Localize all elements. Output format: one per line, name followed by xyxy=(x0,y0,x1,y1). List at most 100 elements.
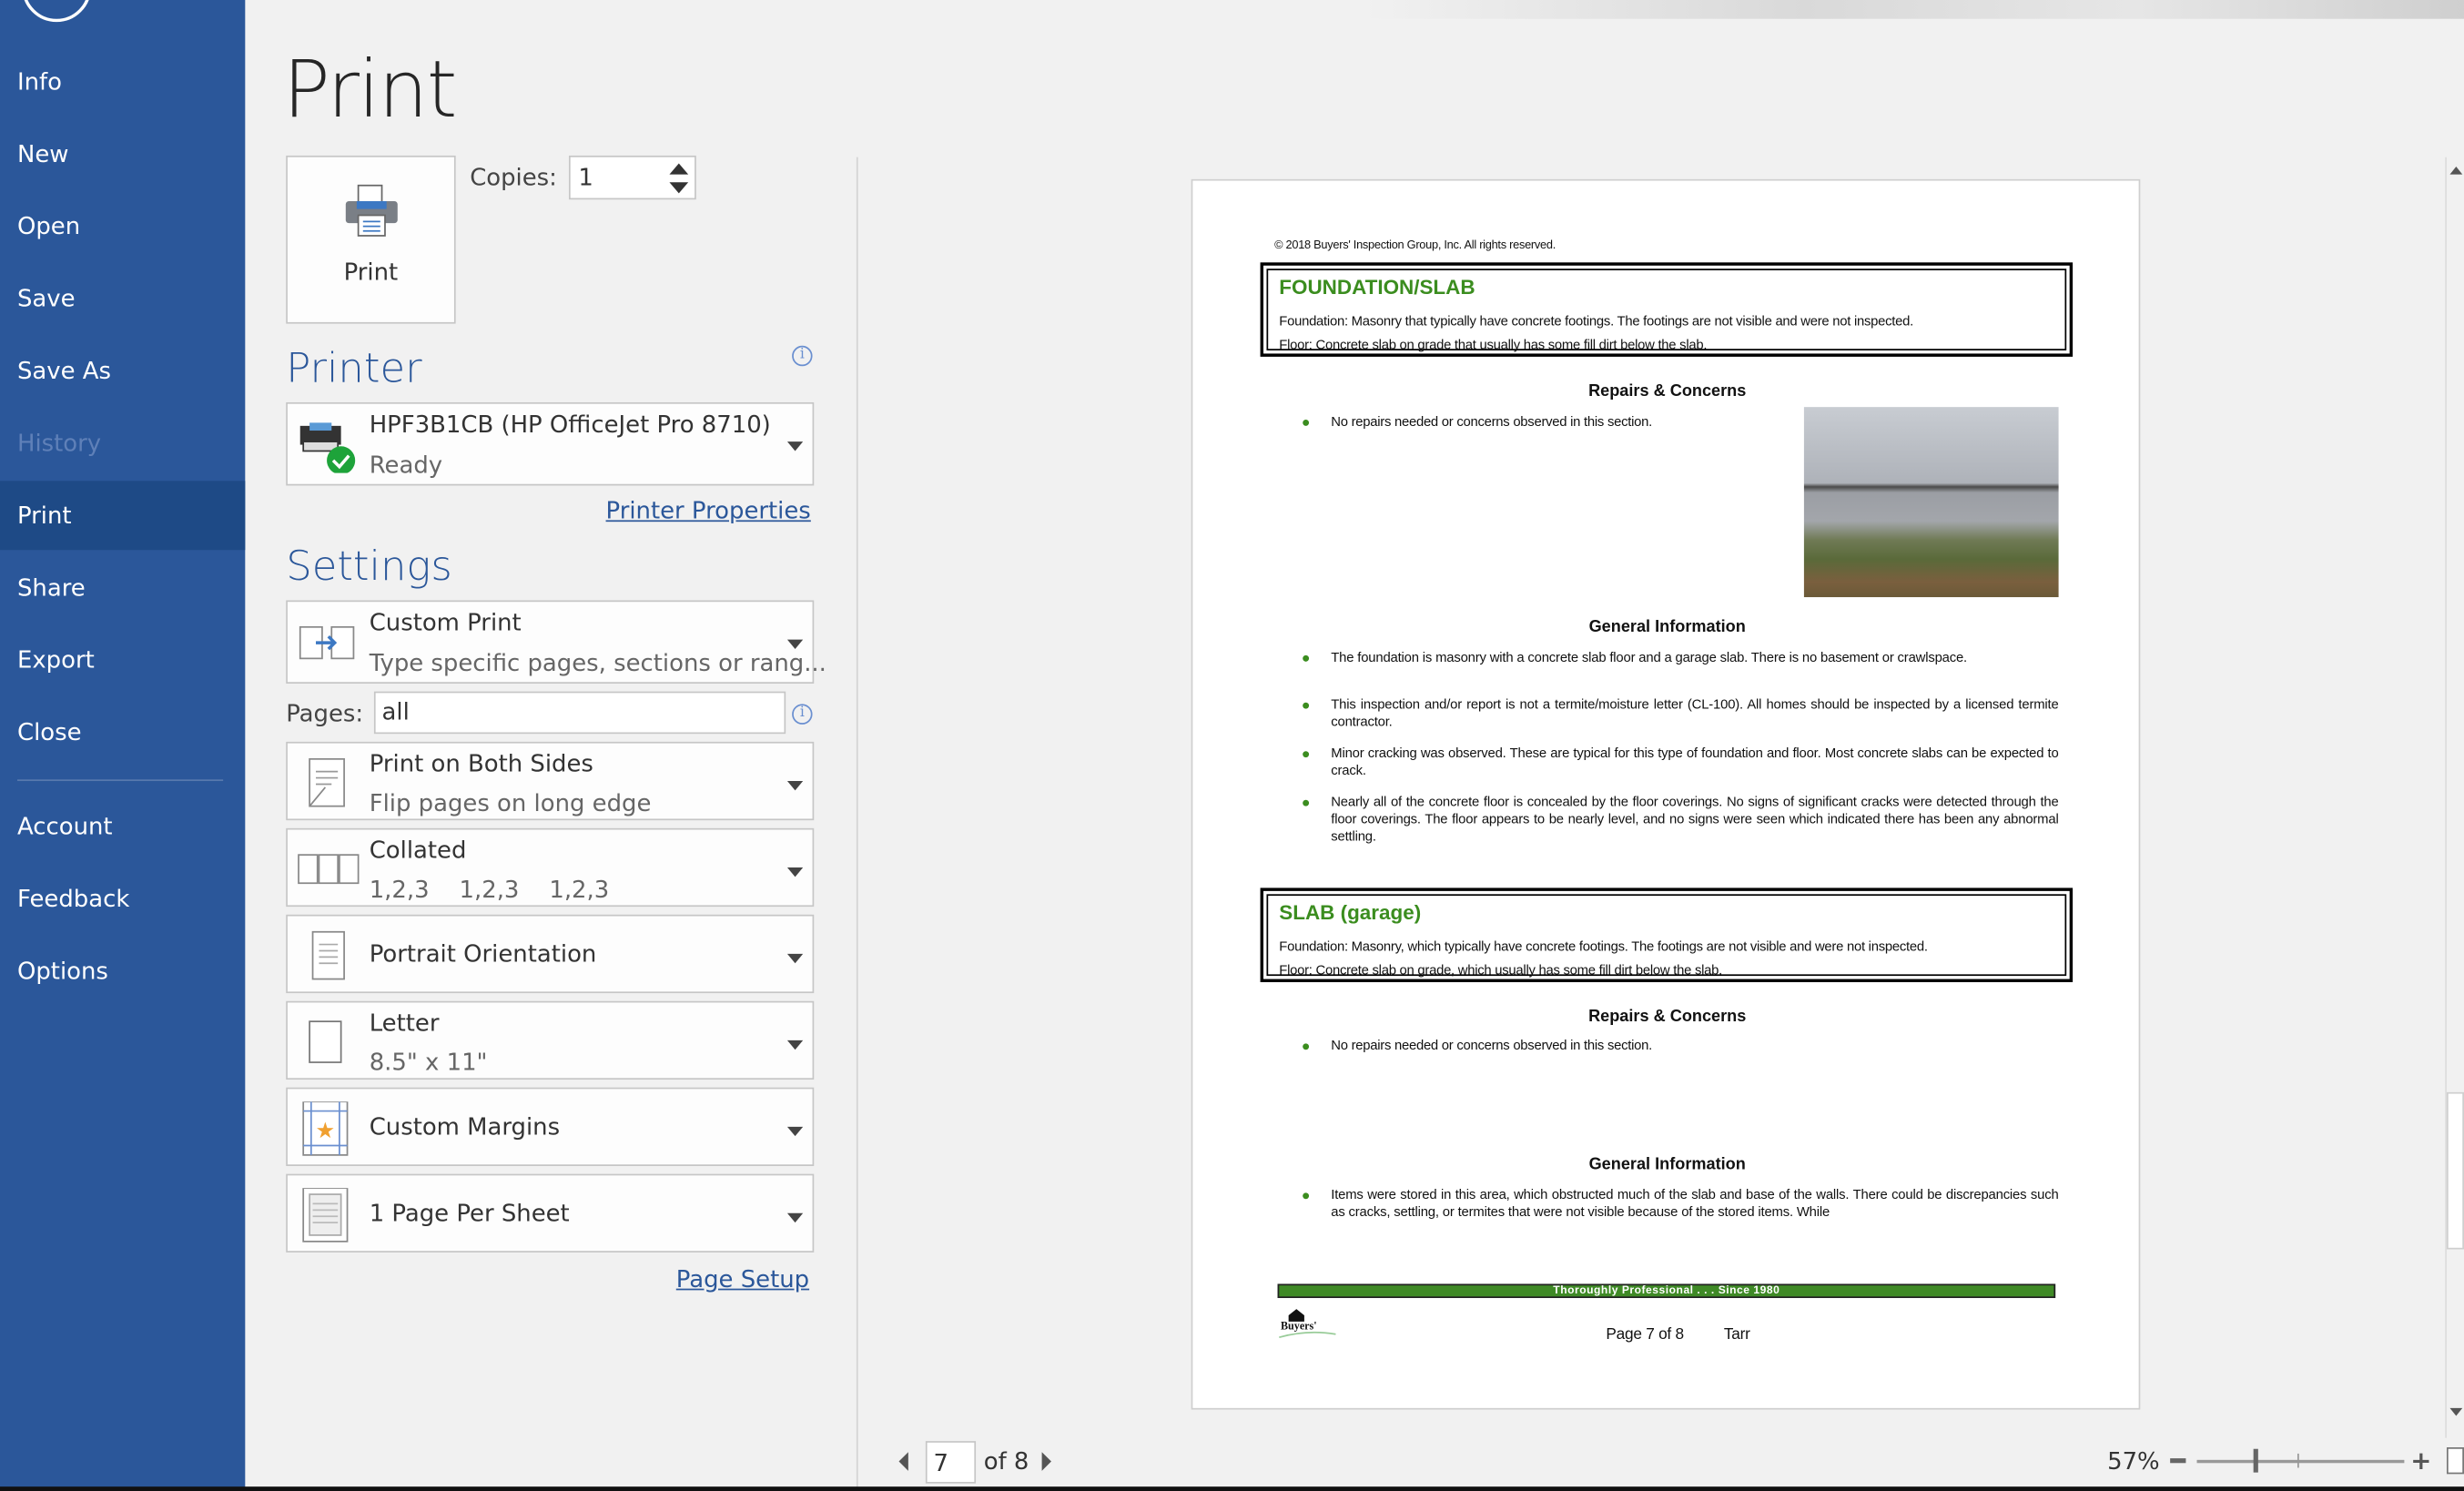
page-title: Print xyxy=(282,44,458,136)
page-setup-link[interactable]: Page Setup xyxy=(676,1265,809,1293)
sidebar-item-share[interactable]: Share xyxy=(0,553,245,623)
sidebar-item-export[interactable]: Export xyxy=(0,625,245,695)
printer-dropdown[interactable]: HPF3B1CB (HP OfficeJet Pro 8710) Ready xyxy=(286,401,815,486)
collated-icon xyxy=(298,854,360,885)
zoom-to-page-icon[interactable] xyxy=(2447,1447,2464,1475)
printer-info-icon[interactable]: i xyxy=(792,345,813,367)
bullet-icon xyxy=(1303,699,1312,709)
zoom-slider-thumb[interactable] xyxy=(2253,1448,2258,1473)
sidebar-item-save[interactable]: Save xyxy=(0,264,245,333)
scrollbar-thumb[interactable] xyxy=(2447,1091,2464,1250)
print-button-label: Print xyxy=(343,258,399,287)
copies-label: Copies: xyxy=(470,163,557,192)
section-line: Floor: Concrete slab on grade that usual… xyxy=(1279,336,1708,352)
pages-info-icon[interactable]: i xyxy=(792,704,813,725)
sidebar-item-print[interactable]: Print xyxy=(0,481,246,551)
duplex-dropdown[interactable]: Print on Both Sides Flip pages on long e… xyxy=(286,741,815,821)
print-button[interactable]: Print xyxy=(286,155,456,324)
chevron-down-icon xyxy=(786,639,804,650)
footer-name: Tarr xyxy=(1723,1326,1750,1344)
bullet-icon xyxy=(1303,796,1312,806)
copies-value: 1 xyxy=(578,163,593,192)
general-heading: General Information xyxy=(1588,1154,1746,1174)
back-button[interactable] xyxy=(22,0,92,23)
custom-pages-icon xyxy=(299,625,355,660)
chevron-down-icon xyxy=(786,441,804,451)
buyers-logo: Buyers' xyxy=(1279,1309,1336,1338)
bullet-icon xyxy=(1303,652,1312,662)
printer-properties-link[interactable]: Printer Properties xyxy=(606,497,811,525)
copies-input[interactable]: 1 xyxy=(568,155,696,200)
settings-heading: Settings xyxy=(286,543,452,592)
foundation-photo xyxy=(1803,407,2059,598)
repairs-heading: Repairs & Concerns xyxy=(1588,381,1747,401)
general-heading: General Information xyxy=(1588,617,1746,637)
page-per-sheet-icon xyxy=(302,1188,349,1242)
sidebar-item-account[interactable]: Account xyxy=(0,792,245,861)
portrait-icon xyxy=(311,930,345,980)
zoom-slider-center-tick xyxy=(2297,1453,2299,1468)
repairs-heading: Repairs & Concerns xyxy=(1588,1007,1747,1027)
general-item: Items were stored in this area, which ob… xyxy=(1331,1186,2059,1220)
zoom-level[interactable]: 57% xyxy=(2107,1447,2160,1476)
copies-increment[interactable] xyxy=(669,163,689,175)
panel-divider xyxy=(856,157,858,1491)
printer-name: HPF3B1CB (HP OfficeJet Pro 8710) xyxy=(369,410,771,439)
sidebar-item-save-as[interactable]: Save As xyxy=(0,336,245,405)
chevron-down-icon xyxy=(786,1212,804,1223)
printer-status: Ready xyxy=(369,451,443,480)
print-preview-page: © 2018 Buyers' Inspection Group, Inc. Al… xyxy=(1191,178,2141,1410)
sidebar-item-open[interactable]: Open xyxy=(0,192,245,261)
bullet-icon xyxy=(1303,1040,1312,1050)
collation-subtitle: 1,2,3 1,2,3 1,2,3 xyxy=(369,875,610,904)
chevron-down-icon xyxy=(786,1126,804,1137)
scroll-down-icon[interactable] xyxy=(2449,1407,2463,1416)
collation-dropdown[interactable]: Collated 1,2,3 1,2,3 1,2,3 xyxy=(286,827,815,908)
section-title: FOUNDATION/SLAB xyxy=(1279,275,1475,299)
background-decoration xyxy=(1364,0,2464,19)
copies-decrement[interactable] xyxy=(669,182,689,194)
print-backstage: Info New Open Save Save As History Print… xyxy=(0,0,2464,1491)
bullet-icon xyxy=(1303,416,1312,426)
next-page-icon[interactable] xyxy=(1041,1452,1051,1471)
paper-size-dropdown[interactable]: Letter 8.5" x 11" xyxy=(286,1000,815,1080)
sidebar-item-options[interactable]: Options xyxy=(0,937,245,1006)
chevron-down-icon xyxy=(786,867,804,877)
duplex-title: Print on Both Sides xyxy=(369,749,593,778)
section-line: Floor: Concrete slab on grade, which usu… xyxy=(1279,961,1722,978)
printer-icon xyxy=(345,184,398,237)
repairs-text: No repairs needed or concerns observed i… xyxy=(1331,1037,1653,1053)
general-item: Minor cracking was observed. These are t… xyxy=(1331,745,2059,778)
sidebar-item-info[interactable]: Info xyxy=(0,47,245,117)
sidebar-item-close[interactable]: Close xyxy=(0,698,245,767)
margins-dropdown[interactable]: ★ Custom Margins xyxy=(286,1087,815,1166)
letter-paper-icon xyxy=(309,1020,342,1063)
both-sides-icon xyxy=(309,757,345,807)
pages-per-sheet-dropdown[interactable]: 1 Page Per Sheet xyxy=(286,1173,815,1253)
backstage-sidebar: Info New Open Save Save As History Print… xyxy=(0,0,246,1491)
zoom-slider[interactable] xyxy=(2196,1459,2405,1464)
custom-print-subtitle: Type specific pages, sections or rang... xyxy=(369,649,826,678)
sidebar-item-history: History xyxy=(16,429,102,458)
custom-print-title: Custom Print xyxy=(369,608,522,637)
zoom-out-icon[interactable] xyxy=(2170,1458,2186,1464)
sidebar-item-feedback[interactable]: Feedback xyxy=(0,865,245,934)
previous-page-icon[interactable] xyxy=(898,1452,908,1471)
sidebar-item-new[interactable]: New xyxy=(0,119,245,188)
custom-print-dropdown[interactable]: Custom Print Type specific pages, sectio… xyxy=(286,600,826,684)
copyright-text: © 2018 Buyers' Inspection Group, Inc. Al… xyxy=(1274,237,1556,252)
pages-label: Pages: xyxy=(286,699,364,728)
chevron-down-icon xyxy=(786,953,804,964)
section-line: Foundation: Masonry that typically have … xyxy=(1279,312,1914,329)
orientation-dropdown[interactable]: Portrait Orientation xyxy=(286,914,815,994)
footer-page: Page 7 of 8 xyxy=(1606,1326,1684,1344)
scroll-up-icon[interactable] xyxy=(2449,166,2463,175)
svg-text:★: ★ xyxy=(316,1118,336,1143)
chevron-down-icon xyxy=(786,781,804,791)
current-page-input[interactable]: 7 xyxy=(925,1441,977,1484)
zoom-in-icon[interactable]: + xyxy=(2410,1448,2431,1474)
margins-title: Custom Margins xyxy=(369,1112,561,1141)
page-count: of 8 xyxy=(983,1447,1029,1476)
pages-input[interactable]: all xyxy=(373,691,786,735)
general-item: The foundation is masonry with a concret… xyxy=(1331,649,1967,665)
